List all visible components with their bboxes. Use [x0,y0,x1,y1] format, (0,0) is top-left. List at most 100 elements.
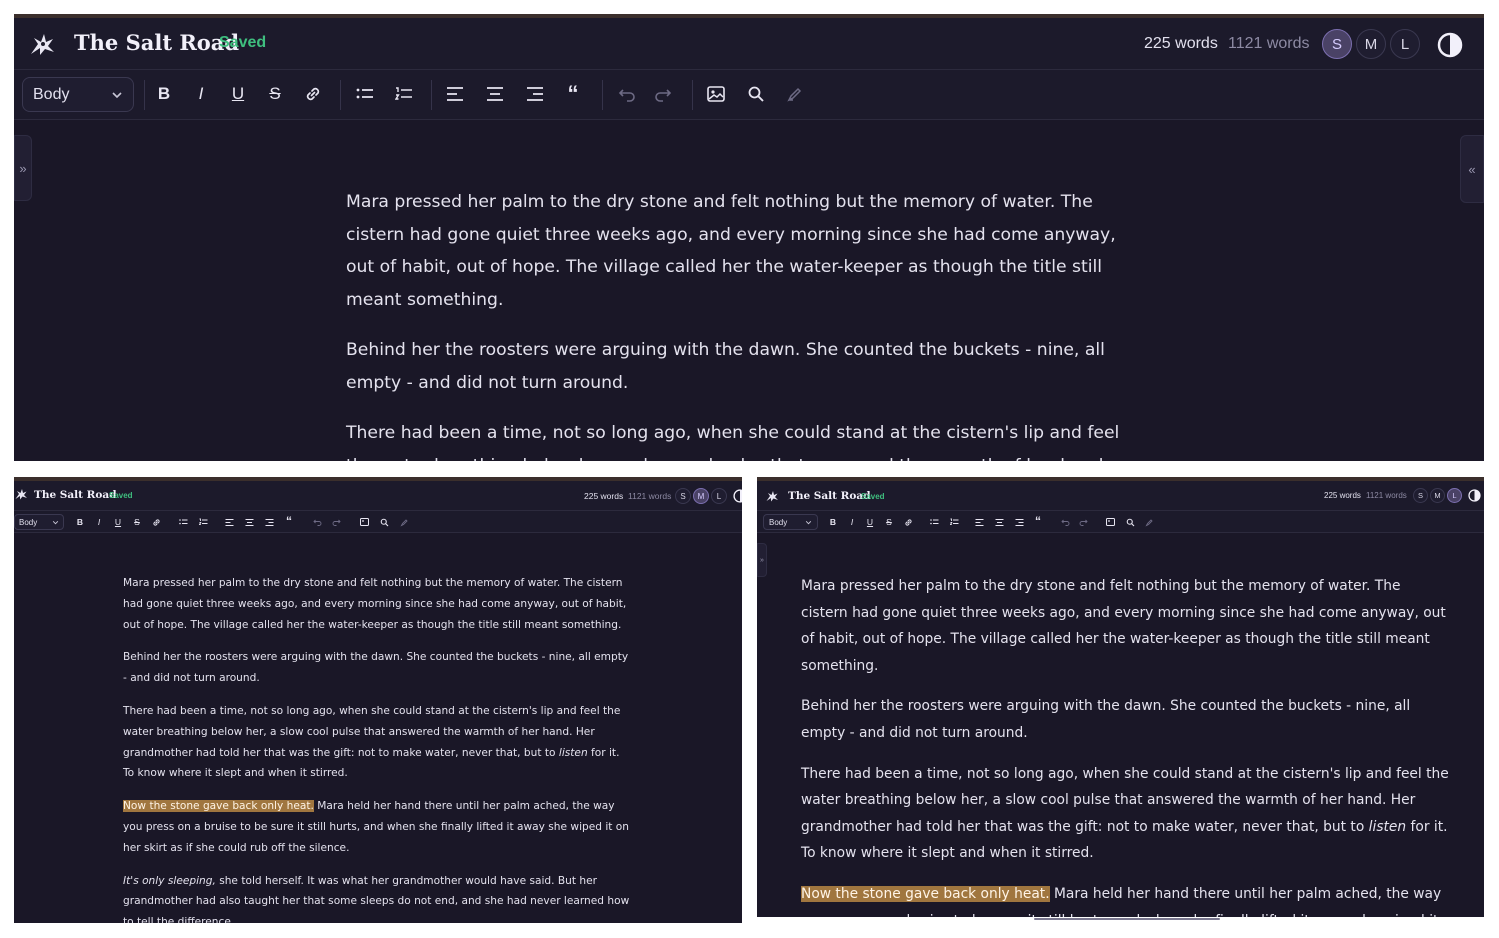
size-m-button[interactable]: M [1430,488,1445,503]
block-style-select[interactable]: Body [14,514,64,530]
total-word-count: 1121 words [628,491,672,501]
bold-button[interactable]: B [74,515,86,529]
block-style-value: Body [769,517,788,527]
chevron-down-icon [805,520,812,524]
size-s-button[interactable]: S [1322,29,1352,59]
paragraph: Mara pressed her palm to the dry stone a… [801,578,1446,674]
bullet-list-button[interactable] [352,80,378,108]
highlight-button[interactable] [782,80,808,108]
numbered-list-button[interactable] [948,515,960,529]
underline-button[interactable]: U [226,80,250,108]
size-s-button[interactable]: S [675,488,691,504]
link-icon [306,87,320,101]
italic-button[interactable]: I [93,515,105,529]
bold-button[interactable]: B [152,80,176,108]
document-title[interactable]: The Salt Road [788,490,871,502]
numbered-list-button[interactable] [391,80,417,108]
undo-icon [1060,519,1069,526]
align-center-button[interactable] [993,515,1005,529]
align-right-button[interactable] [263,515,275,529]
redo-icon [655,89,672,102]
size-s-button[interactable]: S [1413,488,1428,503]
italic-icon: I [850,517,854,527]
insert-image-button[interactable] [703,80,729,108]
align-center-icon [487,87,503,101]
size-l-button[interactable]: L [711,488,727,504]
quote-button[interactable]: “ [560,80,586,108]
quote-button[interactable]: “ [283,514,295,528]
manuscript-text[interactable]: Mara pressed her palm to the dry stone a… [346,186,1136,461]
underline-button[interactable]: U [864,515,876,529]
italic-button[interactable]: I [189,80,213,108]
italic-button[interactable]: I [846,515,858,529]
right-sidebar-toggle[interactable]: « [1460,135,1484,203]
theme-toggle-icon[interactable] [1468,489,1481,502]
align-left-button[interactable] [223,515,235,529]
undo-button[interactable] [614,80,640,108]
redo-button[interactable] [330,515,342,529]
link-button[interactable] [902,515,914,529]
highlighted-text[interactable]: Now the stone gave back only heat. [123,800,314,813]
undo-button[interactable] [311,515,323,529]
undo-button[interactable] [1059,515,1071,529]
editor-content[interactable]: » « Mara pressed her palm to the dry sto… [14,120,1484,461]
align-left-button[interactable] [442,80,468,108]
search-button[interactable] [1124,515,1136,529]
left-sidebar-toggle[interactable]: » [14,135,32,201]
strikethrough-button[interactable]: S [883,515,895,529]
bullet-list-button[interactable] [177,515,189,529]
bullet-list-button[interactable] [928,515,940,529]
chevron-down-icon [52,520,59,524]
manuscript-text[interactable]: Mara pressed her palm to the dry stone a… [123,573,633,923]
emphasis-text: It's only sleeping, [123,874,216,887]
document-title[interactable]: The Salt Road [74,30,239,55]
redo-button[interactable] [650,80,676,108]
numbered-list-button[interactable] [197,515,209,529]
search-button[interactable] [743,80,769,108]
theme-toggle-icon[interactable] [1437,32,1463,58]
insert-image-button[interactable] [358,515,370,529]
redo-icon [1079,519,1088,526]
redo-button[interactable] [1077,515,1089,529]
align-right-button[interactable] [1013,515,1025,529]
search-button[interactable] [378,515,390,529]
strikethrough-button[interactable]: S [131,515,143,529]
paragraph: Behind her the roosters were arguing wit… [123,651,629,685]
align-center-button[interactable] [243,515,255,529]
insert-image-button[interactable] [1104,515,1116,529]
paragraph-text: There had been a time, not so long ago, … [801,765,1449,835]
formatting-toolbar: Body B I U S “ [757,511,1484,533]
link-button[interactable] [300,80,326,108]
align-center-button[interactable] [482,80,508,108]
block-style-select[interactable]: Body [763,514,818,530]
align-right-icon [265,518,273,526]
underline-button[interactable]: U [112,515,124,529]
quote-button[interactable]: “ [1032,514,1044,528]
block-style-select[interactable]: Body [22,77,134,112]
document-title[interactable]: The Salt Road [34,489,117,501]
strikethrough-button[interactable]: S [263,80,287,108]
theme-toggle-icon[interactable] [733,489,742,503]
link-button[interactable] [150,515,162,529]
size-m-button[interactable]: M [693,488,709,504]
editor-content[interactable]: » Mara pressed her palm to the dry stone… [757,533,1484,917]
size-l-button[interactable]: L [1390,29,1420,59]
align-right-button[interactable] [522,80,548,108]
bullet-list-icon [356,88,373,99]
align-left-icon [975,518,983,526]
save-status: Saved [109,491,133,500]
numbered-list-icon [395,87,412,100]
align-left-button[interactable] [973,515,985,529]
highlight-button[interactable] [1143,515,1155,529]
home-indicator [1034,918,1220,920]
size-l-button[interactable]: L [1447,488,1462,503]
size-m-button[interactable]: M [1356,29,1386,59]
strikethrough-icon: S [134,517,140,527]
bold-button[interactable]: B [827,515,839,529]
strikethrough-icon: S [886,517,892,527]
left-sidebar-toggle[interactable]: » [757,543,767,577]
editor-content[interactable]: Mara pressed her palm to the dry stone a… [14,533,742,923]
highlighted-text[interactable]: Now the stone gave back only heat. [801,885,1050,902]
manuscript-text[interactable]: Mara pressed her palm to the dry stone a… [801,573,1451,917]
highlight-button[interactable] [398,515,410,529]
